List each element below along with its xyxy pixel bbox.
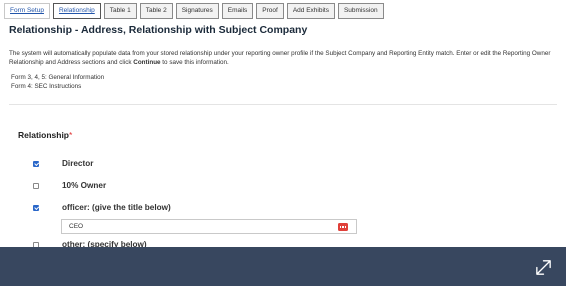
- sec-instructions-link[interactable]: Form 4: SEC Instructions: [11, 83, 104, 92]
- tab-table-2[interactable]: Table 2: [139, 3, 173, 19]
- director-checkbox[interactable]: [33, 161, 39, 167]
- instructions-text: The system will automatically populate d…: [9, 50, 559, 67]
- instructions-text-end: to save this information.: [160, 58, 229, 66]
- required-asterisk: *: [69, 130, 73, 140]
- instructions-text-start: The system will automatically populate d…: [9, 50, 551, 66]
- officer-title-value: CEO: [69, 223, 84, 230]
- tab-table-1[interactable]: Table 1: [103, 3, 137, 19]
- tab-add-exhibits[interactable]: Add Exhibits: [286, 3, 335, 19]
- bottom-bar: [0, 247, 566, 286]
- ten-percent-owner-label: 10% Owner: [62, 181, 107, 190]
- form-info-links: Form 3, 4, 5: General Information Form 4…: [11, 74, 104, 91]
- section-divider: [9, 104, 557, 105]
- tab-emails[interactable]: Emails: [221, 3, 254, 19]
- officer-title-input[interactable]: CEO: [61, 219, 357, 234]
- officer-checkbox[interactable]: [33, 205, 39, 211]
- tab-relationship[interactable]: Relationship: [52, 3, 101, 19]
- officer-label: officer: (give the title below): [62, 203, 171, 212]
- tab-submission[interactable]: Submission: [337, 3, 384, 19]
- tab-form-setup[interactable]: Form Setup: [4, 3, 50, 19]
- tab-signatures[interactable]: Signatures: [175, 3, 219, 19]
- director-option[interactable]: Director: [33, 159, 93, 168]
- relationship-label: Relationship*: [18, 130, 72, 140]
- relationship-label-text: Relationship: [18, 130, 70, 140]
- officer-option[interactable]: officer: (give the title below): [33, 203, 171, 212]
- ten-percent-owner-checkbox[interactable]: [33, 183, 39, 189]
- continue-keyword: Continue: [133, 58, 161, 66]
- director-label: Director: [62, 159, 94, 168]
- page-title: Relationship - Address, Relationship wit…: [9, 24, 308, 36]
- tab-bar: Form Setup Relationship Table 1 Table 2 …: [4, 3, 384, 19]
- calendar-icon[interactable]: [338, 223, 348, 231]
- general-information-link[interactable]: Form 3, 4, 5: General Information: [11, 74, 104, 83]
- tab-proof[interactable]: Proof: [256, 3, 284, 19]
- ten-percent-owner-option[interactable]: 10% Owner: [33, 181, 106, 190]
- expand-icon[interactable]: [534, 258, 553, 277]
